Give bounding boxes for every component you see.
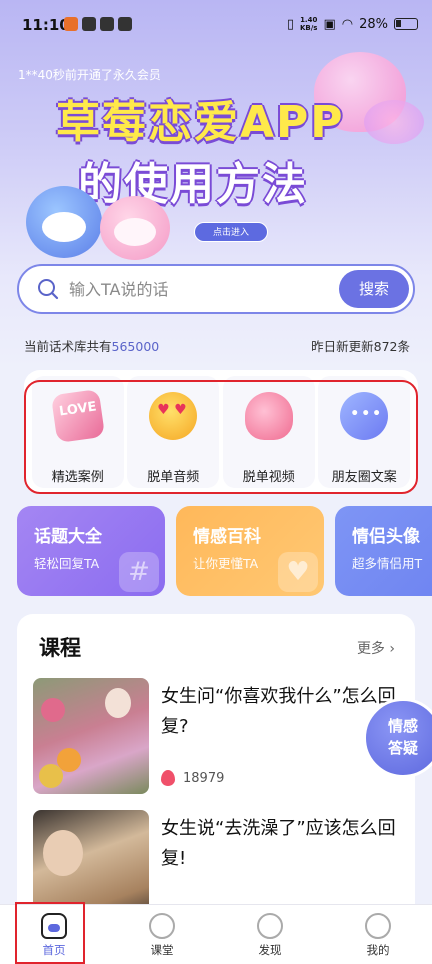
- library-count: 565000: [111, 339, 160, 354]
- banner-title-line1: 草莓恋爱APP: [56, 97, 345, 148]
- category-dating-video[interactable]: 脱单视频: [222, 376, 315, 488]
- tab-label: 发现: [258, 943, 282, 957]
- library-count-text: 当前话术库共有565000: [24, 336, 159, 355]
- feature-topics[interactable]: 话题大全 轻松回复TA #: [17, 506, 165, 596]
- battery-icon: [394, 18, 418, 30]
- hash-icon: #: [119, 552, 159, 592]
- feature-title: 话题大全: [34, 527, 102, 547]
- heart-icon: ♥: [278, 552, 318, 592]
- bottom-nav: 首页 课堂 发现 我的: [0, 904, 432, 964]
- course-thumbnail: [33, 678, 149, 794]
- search-bar: 搜索: [17, 264, 415, 314]
- blue-mascot: [26, 186, 102, 258]
- tab-classroom[interactable]: 课堂: [108, 905, 216, 964]
- wifi-icon: ◠: [341, 16, 354, 32]
- tab-profile[interactable]: 我的: [324, 905, 432, 964]
- search-icon: [257, 913, 283, 939]
- float-button-line2: 答疑: [387, 739, 418, 757]
- view-count: 18979: [183, 770, 225, 786]
- signal-icon: ▣: [323, 16, 336, 32]
- category-label: 脱单音频: [147, 470, 200, 485]
- course-more-link[interactable]: 更多 ›: [357, 638, 395, 658]
- calendar-notification-icon: [82, 17, 96, 31]
- feature-title: 情感百科: [193, 527, 261, 547]
- hero-banner[interactable]: 11:10 ▯ 1.40 KB/s ▣ ◠ 28% 1**40秒前开通了永久会员 …: [0, 0, 432, 370]
- tab-home[interactable]: 首页: [0, 905, 108, 964]
- banner-enter-button[interactable]: 点击进入: [194, 222, 268, 242]
- net-speed: 1.40 KB/s: [300, 16, 317, 32]
- category-label: 脱单视频: [242, 470, 295, 485]
- hearts-icon: [244, 392, 293, 440]
- heart-eyes-emoji-icon: ♥ ♥: [149, 392, 198, 440]
- update-text: 昨日新更新872条: [311, 339, 410, 354]
- notification-icons: [64, 17, 132, 31]
- search-input[interactable]: [69, 276, 339, 302]
- chat-bubbles-icon: •••: [340, 392, 389, 440]
- vibrate-icon: ▯: [286, 16, 294, 32]
- profile-icon: [365, 913, 391, 939]
- library-prefix: 当前话术库共有: [24, 339, 112, 354]
- status-right: ▯ 1.40 KB/s ▣ ◠ 28%: [287, 16, 418, 32]
- battery-text: 28%: [359, 16, 388, 32]
- mail-notification-icon: [118, 17, 132, 31]
- category-label: 精选案例: [51, 470, 104, 485]
- status-bar: 11:10 ▯ 1.40 KB/s ▣ ◠ 28%: [0, 0, 432, 50]
- fire-icon: [161, 770, 175, 786]
- trophy-icon: [149, 913, 175, 939]
- feature-title: 情侣头像: [352, 527, 420, 547]
- bubble-decoration: [364, 100, 424, 144]
- category-featured-cases[interactable]: LOVE 精选案例: [31, 376, 124, 488]
- tab-label: 课堂: [150, 943, 174, 957]
- love-glyph: LOVE: [57, 399, 98, 420]
- search-icon: [38, 279, 59, 300]
- net-speed-value: 1.40: [300, 16, 318, 24]
- link-notification-icon: [100, 17, 114, 31]
- pink-mascot: [100, 196, 170, 260]
- love-cube-icon: LOVE: [50, 388, 105, 444]
- feature-subtitle: 超多情侣用T: [352, 556, 423, 571]
- search-button[interactable]: 搜索: [339, 270, 409, 308]
- status-time: 11:10: [22, 16, 70, 34]
- home-icon: [41, 913, 67, 939]
- category-grid: LOVE 精选案例 ♥ ♥ 脱单音频 脱单视频 ••• 朋友圈文案: [24, 370, 418, 494]
- tab-label: 我的: [366, 943, 390, 957]
- feature-encyclopedia[interactable]: 情感百科 让你更懂TA ♥: [176, 506, 324, 596]
- feature-cards: 话题大全 轻松回复TA # 情感百科 让你更懂TA ♥ 情侣头像 超多情侣用T: [17, 506, 432, 596]
- tab-discover[interactable]: 发现: [216, 905, 324, 964]
- library-stats: 当前话术库共有565000 昨日新更新872条: [24, 336, 410, 355]
- feature-couple-avatars[interactable]: 情侣头像 超多情侣用T: [335, 506, 432, 596]
- net-speed-unit: KB/s: [299, 24, 318, 32]
- category-dating-audio[interactable]: ♥ ♥ 脱单音频: [127, 376, 220, 488]
- course-title: 女生说“去洗澡了”应该怎么回复!: [161, 818, 396, 869]
- tab-label: 首页: [42, 943, 66, 957]
- category-label: 朋友圈文案: [331, 470, 397, 485]
- float-button-line1: 情感: [387, 717, 418, 735]
- course-heading: 课程: [39, 636, 81, 660]
- course-thumbnail: [33, 810, 149, 914]
- category-moments-copy[interactable]: ••• 朋友圈文案: [318, 376, 411, 488]
- member-ticker: 1**40秒前开通了永久会员: [18, 68, 161, 82]
- course-section: 课程 更多 › 女生问“你喜欢我什么”怎么回复? 18979 女生说“去洗澡了”…: [17, 614, 415, 914]
- app-notification-icon: [64, 17, 78, 31]
- course-views: 18979: [161, 770, 224, 786]
